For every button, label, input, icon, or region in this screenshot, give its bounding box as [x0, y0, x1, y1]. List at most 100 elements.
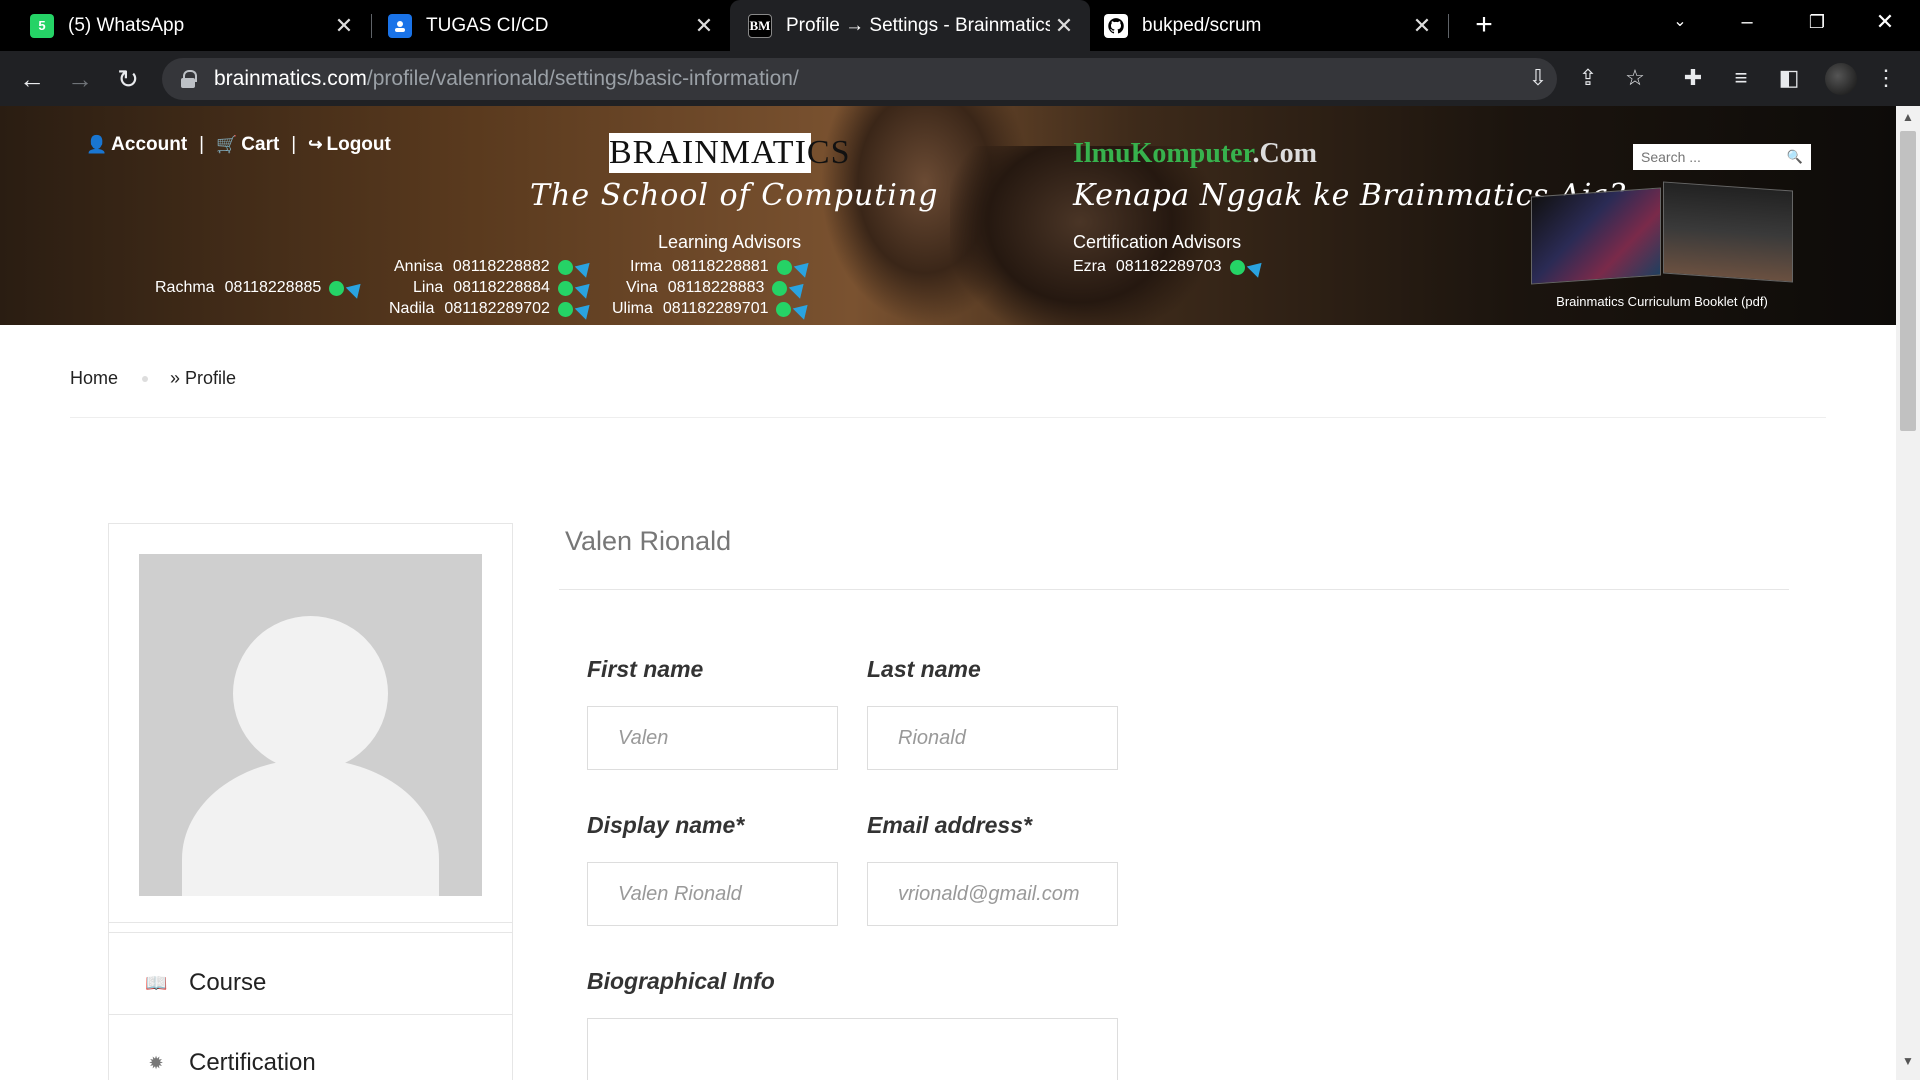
advisor-contact[interactable]: Nadila 081182289702 — [389, 298, 596, 320]
profile-name-heading: Valen Rionald — [565, 526, 732, 556]
scroll-down-icon[interactable]: ▼ — [1896, 1050, 1920, 1072]
certification-advisors-heading: Certification Advisors — [1073, 232, 1242, 252]
breadcrumb-dot — [142, 375, 149, 382]
email-input[interactable] — [867, 862, 1118, 926]
booklet-page — [1531, 187, 1661, 285]
new-tab-button[interactable]: + — [1466, 8, 1502, 44]
user-icon: 👤 — [86, 135, 108, 154]
whatsapp-icon[interactable] — [772, 280, 788, 296]
whatsapp-icon[interactable] — [557, 280, 573, 296]
search-icon[interactable]: 🔍 — [1781, 149, 1809, 165]
url-path: /profile/valenrionald/settings/basic-inf… — [366, 67, 799, 90]
advisor-contact[interactable]: Vina 08118228883 — [626, 277, 810, 299]
media-control-icon[interactable]: ≡ — [1728, 65, 1754, 91]
close-icon[interactable]: ✕ — [1408, 13, 1436, 39]
bookmark-star-icon[interactable]: ☆ — [1622, 65, 1648, 91]
tab-github-scrum[interactable]: bukped/scrum ✕ — [1090, 0, 1448, 51]
advisor-contact[interactable]: Annisa 08118228882 — [394, 256, 595, 278]
whatsapp-icon[interactable] — [776, 301, 792, 317]
breadcrumb-current: » Profile — [170, 368, 237, 388]
url-host: brainmatics.com — [214, 67, 367, 90]
extensions-icon[interactable]: ✚ — [1680, 65, 1706, 91]
avatar — [139, 554, 482, 896]
brainmatics-logo[interactable]: BRAINMATICS — [609, 133, 849, 173]
display-name-label: Display name* — [587, 812, 745, 838]
search-input[interactable] — [1633, 145, 1781, 169]
profile-avatar-icon[interactable] — [1825, 63, 1857, 95]
whatsapp-icon[interactable] — [1229, 259, 1245, 275]
account-link[interactable]: 👤 Account — [86, 134, 187, 156]
booklet-caption[interactable]: Brainmatics Curriculum Booklet (pdf) — [1530, 294, 1794, 309]
logout-icon: ↪ — [308, 135, 323, 154]
tab-tugas-cicd[interactable]: TUGAS CI/CD ✕ — [358, 0, 730, 51]
tab-brainmatics-profile[interactable]: BM Profile → Settings - Brainmatics ✕ — [730, 0, 1090, 51]
close-icon[interactable]: ✕ — [1050, 13, 1078, 39]
telegram-icon[interactable] — [793, 298, 814, 320]
reload-icon[interactable]: ↻ — [110, 61, 146, 97]
telegram-icon[interactable] — [574, 256, 595, 278]
tab-title: TUGAS CI/CD — [426, 14, 549, 36]
minimize-icon[interactable]: – — [1712, 0, 1782, 44]
ilmukomputer-logo[interactable]: IlmuKomputer.Com — [1073, 138, 1317, 170]
divider — [109, 932, 512, 933]
close-icon[interactable]: ✕ — [330, 13, 358, 39]
separator: | — [199, 134, 205, 155]
divider — [109, 1014, 512, 1015]
advisor-contact[interactable]: Ezra 081182289703 — [1073, 256, 1267, 278]
whatsapp-icon[interactable] — [557, 301, 573, 317]
sidebar-item-certification[interactable]: ✹ Certification — [109, 1028, 512, 1080]
breadcrumb-home[interactable]: Home — [70, 368, 118, 389]
scroll-up-icon[interactable]: ▲ — [1896, 106, 1920, 128]
telegram-icon[interactable] — [574, 298, 596, 320]
logout-link[interactable]: ↪ Logout — [308, 134, 391, 156]
lock-icon[interactable] — [180, 70, 197, 88]
share-icon[interactable]: ⇪ — [1575, 65, 1601, 91]
cart-link[interactable]: 🛒 Cart — [216, 134, 279, 156]
forward-icon[interactable]: → — [62, 61, 98, 97]
window-close-icon[interactable]: ✕ — [1850, 0, 1920, 44]
restore-icon[interactable]: ❐ — [1782, 0, 1852, 44]
side-panel-icon[interactable]: ◧ — [1776, 65, 1802, 91]
page-scrollbar[interactable]: ▲ ▼ — [1896, 106, 1920, 1080]
bio-textarea[interactable] — [587, 1018, 1118, 1080]
telegram-icon[interactable] — [346, 277, 367, 299]
close-icon[interactable]: ✕ — [690, 13, 718, 39]
last-name-input[interactable] — [867, 706, 1118, 770]
menu-kebab-icon[interactable]: ⋮ — [1873, 65, 1899, 91]
telegram-icon[interactable] — [793, 256, 814, 278]
telegram-icon[interactable] — [789, 277, 810, 299]
separator: | — [291, 134, 297, 155]
whatsapp-icon[interactable] — [776, 259, 792, 275]
tagline-left: The School of Computing — [530, 178, 939, 213]
breadcrumb: Home » Profile — [70, 368, 236, 389]
whatsapp-icon[interactable] — [557, 259, 573, 275]
header-banner: 👤 Account | 🛒 Cart | ↪ Logout BRAINMATICS T… — [0, 106, 1896, 325]
curriculum-booklet-image[interactable] — [1531, 181, 1795, 285]
browser-toolbar: ← → ↻ brainmatics.com/profile/valenriona… — [0, 51, 1920, 106]
address-bar[interactable]: brainmatics.com/profile/valenrionald/set… — [162, 58, 1557, 100]
browser-tab-strip: 5 (5) WhatsApp ✕ TUGAS CI/CD ✕ BM Profil… — [0, 0, 1920, 51]
advisor-contact[interactable]: Irma 08118228881 — [630, 256, 814, 278]
certificate-icon: ✹ — [148, 1052, 164, 1073]
github-icon — [1104, 13, 1128, 38]
sidebar-item-course[interactable]: 📖 Course — [109, 948, 512, 1018]
whatsapp-icon: 5 — [30, 13, 54, 38]
whatsapp-icon[interactable] — [329, 280, 345, 296]
display-name-input[interactable] — [587, 862, 838, 926]
advisor-contact[interactable]: Ulima 081182289701 — [612, 298, 814, 320]
profile-sidebar: 📖 Course ✹ Certification — [108, 523, 513, 1080]
tab-title: (5) WhatsApp — [68, 14, 185, 36]
install-app-icon[interactable]: ⇩ — [1525, 65, 1551, 91]
divider — [70, 417, 1826, 418]
back-icon[interactable]: ← — [14, 61, 50, 97]
telegram-icon[interactable] — [1246, 256, 1267, 278]
avatar-head — [233, 616, 388, 771]
advisor-contact[interactable]: Rachma 08118228885 — [155, 277, 367, 299]
advisor-contact[interactable]: Lina 08118228884 — [413, 277, 596, 299]
scroll-thumb[interactable] — [1900, 131, 1916, 431]
first-name-input[interactable] — [587, 706, 838, 770]
tab-whatsapp[interactable]: 5 (5) WhatsApp ✕ — [0, 0, 370, 51]
bio-label: Biographical Info — [587, 968, 775, 994]
telegram-icon[interactable] — [574, 277, 596, 299]
tab-search-icon[interactable]: ⌄ — [1645, 0, 1715, 44]
